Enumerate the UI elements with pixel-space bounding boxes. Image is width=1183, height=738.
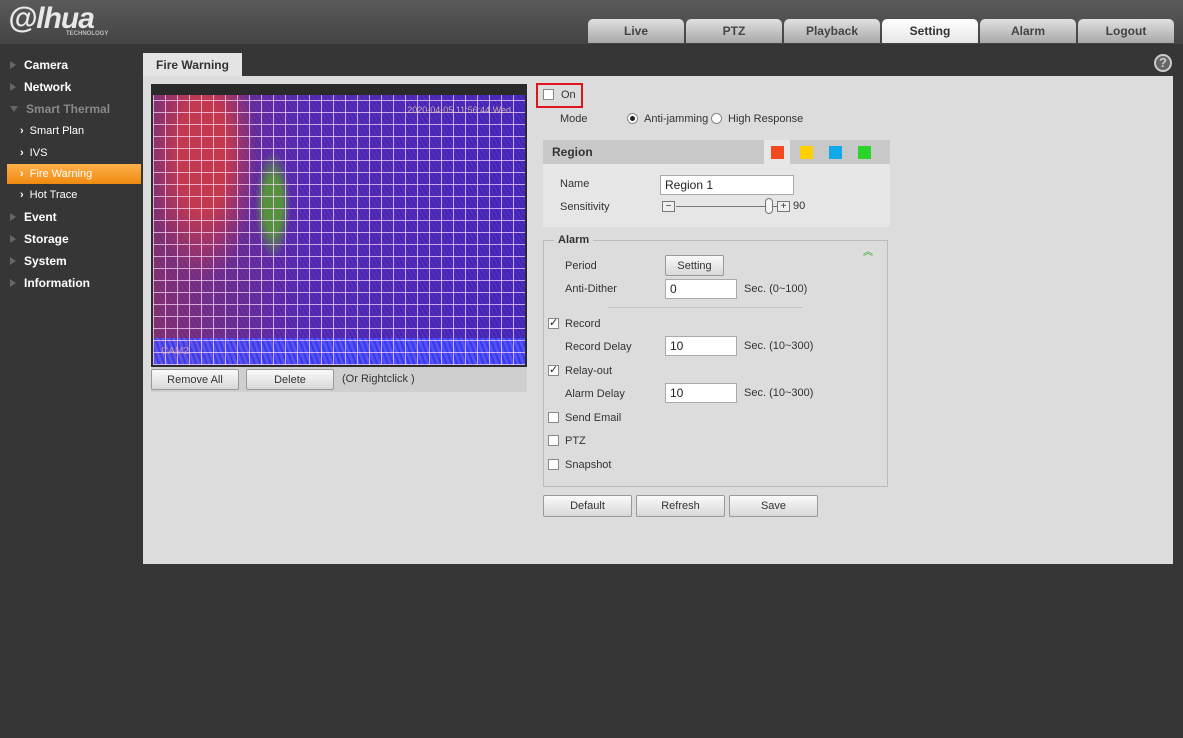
mode-label: Mode xyxy=(560,113,588,125)
remove-all-button[interactable]: Remove All xyxy=(151,369,239,390)
chevron-right-icon: › xyxy=(20,147,24,159)
region-color-green[interactable] xyxy=(858,146,871,159)
sidebar-item-smart-plan[interactable]: › Smart Plan xyxy=(0,120,141,142)
ptz-checkbox[interactable] xyxy=(548,435,559,446)
tab-setting[interactable]: Setting xyxy=(882,19,978,43)
sidebar-item-hot-trace[interactable]: › Hot Trace xyxy=(0,184,141,206)
period-setting-button[interactable]: Setting xyxy=(665,255,724,276)
tab-alarm[interactable]: Alarm xyxy=(980,19,1076,43)
region-grid[interactable] xyxy=(153,95,525,365)
snapshot-label: Snapshot xyxy=(565,459,612,471)
anti-dither-label: Anti-Dither xyxy=(565,283,617,295)
record-delay-range: Sec. (10~300) xyxy=(744,340,814,352)
enable-checkbox[interactable] xyxy=(543,89,554,100)
sidebar: Camera Network Smart Thermal › Smart Plan… xyxy=(0,54,141,294)
default-button[interactable]: Default xyxy=(543,495,632,517)
sidebar-item-storage[interactable]: Storage xyxy=(0,228,141,250)
sidebar-item-ivs[interactable]: › IVS xyxy=(0,142,141,164)
sidebar-item-event[interactable]: Event xyxy=(0,206,141,228)
thermal-image[interactable]: 2020-04-05 11:56:44 Wed CAM2 xyxy=(153,95,525,365)
region-body xyxy=(543,164,890,227)
delete-button[interactable]: Delete xyxy=(246,369,334,390)
video-channel-label: CAM2 xyxy=(161,346,189,357)
slider-track xyxy=(676,206,779,207)
video-timestamp: 2020-04-05 11:56:44 Wed xyxy=(407,105,511,115)
dahua-logo: @lhua TECHNOLOGY xyxy=(8,2,109,37)
refresh-button[interactable]: Refresh xyxy=(636,495,725,517)
sensitivity-label: Sensitivity xyxy=(560,201,610,213)
sidebar-item-information[interactable]: Information xyxy=(0,272,141,294)
sidebar-item-camera[interactable]: Camera xyxy=(0,54,141,76)
mode-radio-anti-jamming[interactable] xyxy=(627,113,638,124)
thermal-video-preview[interactable]: 2020-04-05 11:56:44 Wed CAM2 xyxy=(151,84,527,367)
region-title: Region xyxy=(552,145,593,159)
triangle-right-icon xyxy=(10,279,16,287)
send-email-checkbox[interactable] xyxy=(548,412,559,423)
mode-option-label: Anti-jamming xyxy=(644,113,709,125)
relay-out-checkbox[interactable]: ✓ xyxy=(548,365,559,376)
sidebar-item-fire-warning[interactable]: › Fire Warning xyxy=(7,164,141,184)
triangle-right-icon xyxy=(10,213,16,221)
collapse-icon[interactable]: ︽ xyxy=(863,243,873,258)
region-color-yellow[interactable] xyxy=(800,146,813,159)
alarm-delay-label: Alarm Delay xyxy=(565,388,625,400)
sensitivity-value: 90 xyxy=(793,200,806,212)
divider xyxy=(608,307,803,308)
mode-radio-high-response[interactable] xyxy=(711,113,722,124)
sidebar-item-system[interactable]: System xyxy=(0,250,141,272)
region-color-red[interactable] xyxy=(771,146,784,159)
enable-label: On xyxy=(561,89,576,101)
triangle-down-icon xyxy=(10,106,18,112)
record-delay-input[interactable]: 10 xyxy=(665,336,737,356)
chevron-right-icon: › xyxy=(20,168,24,180)
name-label: Name xyxy=(560,178,590,190)
chevron-right-icon: › xyxy=(20,189,24,201)
send-email-label: Send Email xyxy=(565,412,622,424)
triangle-right-icon xyxy=(10,83,16,91)
anti-dither-range: Sec. (0~100) xyxy=(744,283,808,295)
relay-out-label: Relay-out xyxy=(565,365,613,377)
sidebar-item-smart-thermal[interactable]: Smart Thermal xyxy=(0,98,141,120)
region-name-input[interactable]: Region 1 xyxy=(660,175,794,195)
top-nav: Live PTZ Playback Setting Alarm Logout xyxy=(588,19,1174,43)
region-header: Region xyxy=(543,140,890,164)
ptz-label: PTZ xyxy=(565,435,586,447)
anti-dither-input[interactable]: 0 xyxy=(665,279,737,299)
triangle-right-icon xyxy=(10,61,16,69)
tab-ptz[interactable]: PTZ xyxy=(686,19,782,43)
sidebar-item-network[interactable]: Network xyxy=(0,76,141,98)
snapshot-checkbox[interactable] xyxy=(548,459,559,470)
alarm-delay-input[interactable]: 10 xyxy=(665,383,737,403)
sensitivity-decrease-button[interactable]: − xyxy=(662,201,675,212)
record-label: Record xyxy=(565,318,601,330)
save-button[interactable]: Save xyxy=(729,495,818,517)
rightclick-hint: (Or Rightclick ) xyxy=(342,373,415,385)
record-delay-label: Record Delay xyxy=(565,341,632,353)
triangle-right-icon xyxy=(10,235,16,243)
tab-logout[interactable]: Logout xyxy=(1078,19,1174,43)
region-color-blue[interactable] xyxy=(829,146,842,159)
tab-playback[interactable]: Playback xyxy=(784,19,880,43)
header: @lhua TECHNOLOGY Live PTZ Playback Settin… xyxy=(0,0,1183,44)
slider-thumb[interactable] xyxy=(764,198,773,214)
triangle-right-icon xyxy=(10,257,16,265)
tab-live[interactable]: Live xyxy=(588,19,684,43)
period-label: Period xyxy=(565,260,597,272)
record-checkbox[interactable]: ✓ xyxy=(548,318,559,329)
alarm-delay-range: Sec. (10~300) xyxy=(744,387,814,399)
sensitivity-increase-button[interactable]: + xyxy=(777,201,790,212)
chevron-right-icon: › xyxy=(20,125,24,137)
alarm-legend: Alarm xyxy=(554,234,594,246)
tab-fire-warning[interactable]: Fire Warning xyxy=(143,53,242,76)
alarm-fieldset: Alarm ︽ xyxy=(543,234,888,487)
mode-option-label: High Response xyxy=(728,113,804,125)
help-icon[interactable]: ? xyxy=(1154,54,1172,72)
